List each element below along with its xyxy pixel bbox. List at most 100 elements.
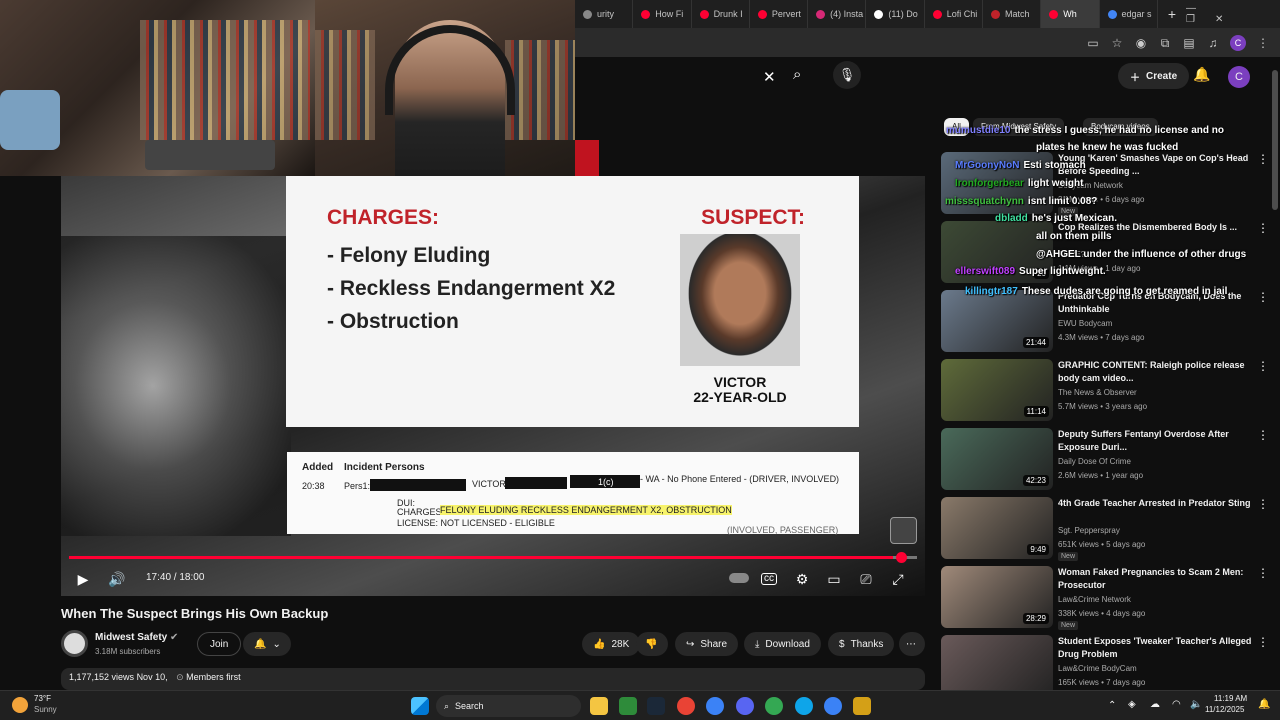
recommended-title[interactable]: Student Exposes 'Tweaker' Teacher's Alle… [1058,635,1258,661]
recommended-video[interactable]: 21:44 Predator Cop Turns on Bodycam, Does… [941,290,1275,352]
chrome-active-icon[interactable] [765,697,783,715]
puzzle-icon[interactable]: ⧉ [1158,36,1172,50]
file-explorer-icon[interactable] [590,697,608,715]
recommended-channel[interactable]: Daily Dose Of Crime [1058,457,1131,466]
sidebar-icon[interactable]: ▤ [1182,36,1196,50]
app-icon[interactable] [824,697,842,715]
cast-icon[interactable]: ⎚ [857,570,875,588]
create-button[interactable]: ＋ Create [1118,63,1190,89]
browser-tab[interactable]: Pervert [750,0,809,28]
discord-icon[interactable] [736,697,754,715]
account-avatar[interactable]: C [1228,66,1250,88]
recommended-channel[interactable]: Law&Crime BodyCam [1058,664,1137,673]
scrubber-handle[interactable] [896,552,907,563]
recommended-title[interactable]: Woman Faked Pregnancies to Scam 2 Men: P… [1058,566,1258,592]
media-icon[interactable]: ♫ [1206,36,1220,50]
share-button[interactable]: ↪ Share [675,632,739,656]
volume-icon[interactable]: 🔊 [108,570,126,588]
star-icon[interactable]: ☆ [1110,36,1124,50]
captions-icon[interactable]: cc [761,573,777,585]
recommended-channel[interactable]: The News & Observer [1058,388,1137,397]
join-button[interactable]: Join [197,632,242,656]
browser-tab[interactable]: Match [983,0,1042,28]
scrollbar-thumb[interactable] [1272,70,1278,210]
browser-tab[interactable]: Drunk I [692,0,750,28]
subscription-bell-button[interactable]: 🔔 ⌄ [243,632,291,656]
windows-start-icon[interactable] [411,697,429,715]
clear-search-icon[interactable]: ✕ [763,68,776,86]
video-thumbnail[interactable]: 9:49 [941,497,1053,559]
video-thumbnail[interactable]: 42:23 [941,428,1053,490]
recommended-video[interactable]: Student Exposes 'Tweaker' Teacher's Alle… [941,635,1275,697]
video-thumbnail[interactable]: 28:29 [941,566,1053,628]
more-vert-icon[interactable]: ⋮ [1257,221,1269,235]
install-icon[interactable]: ▭ [1086,36,1100,50]
miniplayer-icon[interactable]: ▭ [825,570,843,588]
profile-avatar[interactable]: C [1230,34,1246,51]
more-vert-icon[interactable]: ⋮ [1257,566,1269,580]
download-button[interactable]: ⤓ Download [744,632,821,656]
recommended-title[interactable]: 4th Grade Teacher Arrested in Predator S… [1058,497,1258,510]
autoplay-toggle[interactable] [729,573,749,583]
search-icon[interactable]: ⌕ [793,66,801,83]
recommended-video[interactable]: 28:29 Woman Faked Pregnancies to Scam 2 M… [941,566,1275,630]
channel-watermark[interactable] [890,517,917,544]
new-tab-button[interactable]: + [1158,6,1186,22]
window-controls[interactable]: —❐✕ [1186,3,1280,25]
more-vert-icon[interactable]: ⋮ [1257,290,1269,304]
description-box[interactable]: 1,177,152 views Nov 10, ⊙ Members first [61,668,925,690]
fullscreen-icon[interactable]: ⤢ [889,570,907,588]
more-vert-icon[interactable]: ⋮ [1257,428,1269,442]
play-icon[interactable]: ▶ [74,570,92,588]
thanks-button[interactable]: $ Thanks [828,632,895,656]
speaker-icon[interactable]: 🔈 [1190,699,1202,710]
recommended-video[interactable]: 42:23 Deputy Suffers Fentanyl Overdose Af… [941,428,1275,490]
more-vert-icon[interactable]: ⋮ [1257,635,1269,649]
more-actions-button[interactable]: ⋯ [899,632,925,656]
tray-icon[interactable]: ◈ [1128,699,1136,710]
video-thumbnail[interactable] [941,635,1053,697]
video-thumbnail[interactable]: 11:14 [941,359,1053,421]
recommended-title[interactable]: Young 'Karen' Smashes Vape on Cop's Head… [1058,152,1258,178]
steam-icon[interactable] [647,697,665,715]
channel-name[interactable]: Midwest Safety ✔ [95,632,178,643]
recommended-title[interactable]: GRAPHIC CONTENT: Raleigh police release … [1058,359,1258,385]
browser-tab[interactable]: edgar s [1100,0,1158,28]
recommended-title[interactable]: Deputy Suffers Fentanyl Overdose After E… [1058,428,1258,454]
dislike-button[interactable]: 👎 [636,632,668,656]
cloud-icon[interactable]: ☁ [1150,699,1160,710]
app-icon[interactable] [795,697,813,715]
nvidia-icon[interactable] [619,697,637,715]
like-button[interactable]: 👍 28K [582,632,641,656]
browser-tab[interactable]: Wh [1041,0,1100,28]
progress-bar[interactable] [69,552,917,563]
microphone-icon[interactable]: 🎙 [833,61,861,89]
chrome-icon[interactable] [677,697,695,715]
page-scrollbar[interactable] [1272,60,1278,690]
browser-tab[interactable]: Lofi Chi [925,0,983,28]
chevron-up-icon[interactable]: ⌃ [1108,700,1116,711]
recommended-channel[interactable]: EWU Bodycam [1058,319,1112,328]
recommended-video[interactable]: 9:49 4th Grade Teacher Arrested in Predat… [941,497,1275,561]
recommended-video[interactable]: 11:14 GRAPHIC CONTENT: Raleigh police rel… [941,359,1275,421]
recommended-channel[interactable]: Law&Crime Network [1058,595,1131,604]
notification-bell-icon[interactable]: 🔔 [1193,66,1210,83]
taskbar-search[interactable]: ⌕ Search [436,695,581,717]
browser-tab[interactable]: (11) Do [866,0,925,28]
weather-sun-icon[interactable] [12,697,28,713]
notification-icon[interactable]: 🔔 [1258,699,1270,710]
browser-icon[interactable] [706,697,724,715]
menu-icon[interactable]: ⋮ [1256,36,1270,50]
more-vert-icon[interactable]: ⋮ [1257,152,1269,166]
settings-gear-icon[interactable]: ⚙ [793,570,811,588]
video-thumbnail[interactable]: 21:44 [941,290,1053,352]
more-vert-icon[interactable]: ⋮ [1257,359,1269,373]
app-icon[interactable] [853,697,871,715]
browser-tab[interactable]: (4) Insta [808,0,867,28]
channel-avatar[interactable] [61,630,88,657]
more-vert-icon[interactable]: ⋮ [1257,497,1269,511]
browser-tab[interactable]: urity [575,0,634,28]
wifi-icon[interactable]: ◠ [1172,699,1181,710]
browser-tab[interactable]: How Fi [633,0,692,28]
extension-icon[interactable]: ◉ [1134,36,1148,50]
